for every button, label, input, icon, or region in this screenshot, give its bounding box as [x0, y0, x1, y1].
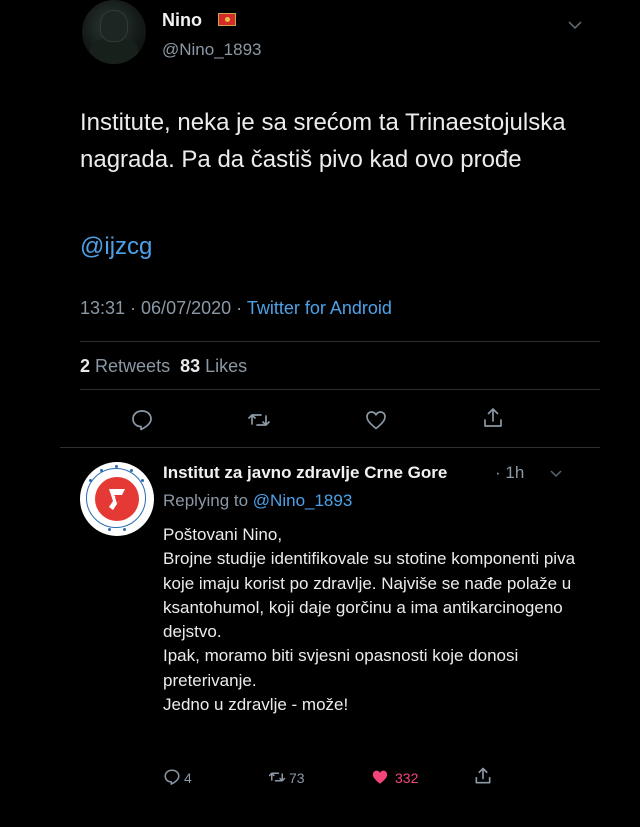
reply-author-name[interactable]: Institut za javno zdravlje Crne Gore — [163, 463, 447, 483]
logo-dot — [130, 469, 133, 472]
share-icon[interactable] — [473, 766, 493, 786]
retweet-count: 2 — [80, 356, 91, 376]
replying-to-label: Replying to — [163, 491, 249, 510]
logo-dot — [108, 528, 111, 531]
divider — [80, 341, 600, 342]
replying-to-handle[interactable]: @Nino_1893 — [253, 491, 353, 510]
replying-to: Replying to @Nino_1893 — [163, 491, 352, 511]
likes-label[interactable]: Likes — [205, 356, 247, 376]
tweet-meta: 13:31 · 06/07/2020 · Twitter for Android — [80, 298, 392, 319]
like-icon[interactable] — [364, 408, 388, 432]
chevron-down-icon[interactable] — [566, 16, 584, 34]
retweet-icon[interactable] — [247, 408, 271, 432]
tweet-text: Institute, neka je sa srećom ta Trinaest… — [80, 109, 566, 173]
like-count: 83 — [180, 356, 201, 376]
liked-heart-icon[interactable] — [370, 768, 390, 786]
logo-dot — [100, 469, 103, 472]
author-name[interactable]: Nino — [162, 10, 202, 31]
source-link[interactable]: Twitter for Android — [247, 298, 392, 318]
montenegro-flag-icon — [218, 13, 236, 26]
divider — [60, 447, 600, 448]
author-avatar[interactable] — [82, 0, 146, 64]
institute-avatar[interactable] — [80, 462, 154, 536]
retweets-label[interactable]: Retweets — [95, 356, 170, 376]
share-icon[interactable] — [481, 406, 505, 430]
tweet-timestamp: 13:31 · 06/07/2020 · — [80, 298, 247, 318]
chevron-down-icon[interactable] — [548, 466, 564, 482]
reply-text: Poštovani Nino, Brojne studije identifik… — [163, 525, 576, 715]
author-handle[interactable]: @Nino_1893 — [162, 40, 262, 60]
logo-dot — [123, 528, 126, 531]
retweet-icon[interactable] — [266, 768, 288, 786]
reply-time[interactable]: · 1h — [495, 463, 524, 483]
logo-dot — [141, 479, 144, 482]
logo-mark-icon — [109, 489, 125, 510]
reply-count: 4 — [184, 770, 192, 786]
tweet-stats: 2 Retweets 83 Likes — [80, 356, 247, 377]
institute-logo-icon — [95, 477, 139, 521]
reply-icon[interactable] — [163, 768, 181, 786]
mention-link[interactable]: @ijzcg — [80, 233, 152, 261]
logo-dot — [115, 465, 118, 468]
logo-dot — [89, 479, 92, 482]
avatar-figure-head — [100, 10, 128, 42]
reply-icon[interactable] — [130, 408, 154, 432]
reply-like-count: 332 — [395, 770, 419, 786]
reply-retweet-count: 73 — [289, 770, 305, 786]
divider — [80, 389, 600, 390]
